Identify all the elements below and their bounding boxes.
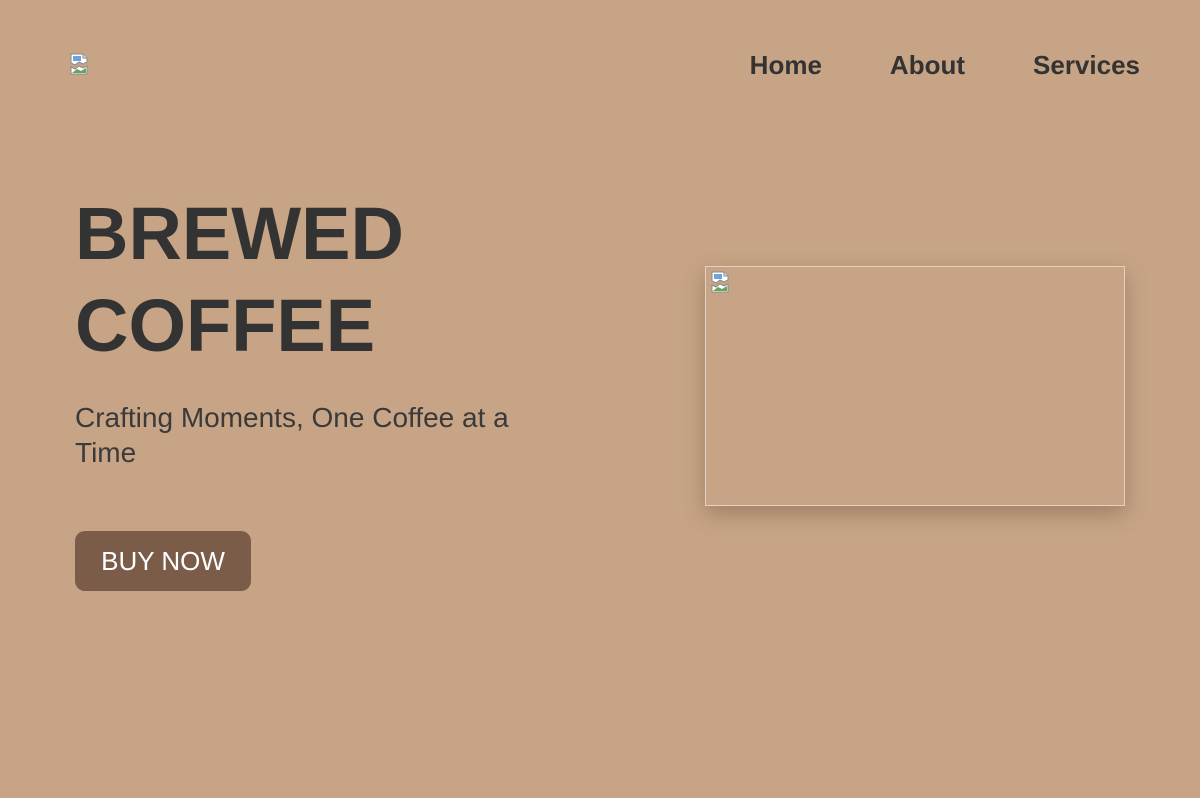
main-nav: Home About Services	[750, 47, 1140, 83]
nav-services-link[interactable]: Services	[1033, 47, 1140, 83]
hero-tagline: Crafting Moments, One Coffee at a Time	[75, 402, 509, 468]
logo[interactable]	[68, 52, 92, 76]
hero-title: BREWED COFFEE	[75, 188, 555, 372]
nav-about-link[interactable]: About	[890, 47, 965, 83]
nav-home-link[interactable]: Home	[750, 47, 822, 83]
hero-title-line-1: BREWED	[75, 192, 404, 275]
buy-now-button[interactable]: BUY NOW	[75, 531, 251, 591]
broken-image-icon	[711, 271, 729, 293]
hero-image	[705, 266, 1125, 506]
broken-image-icon	[70, 53, 88, 75]
hero-title-line-2: COFFEE	[75, 284, 376, 367]
